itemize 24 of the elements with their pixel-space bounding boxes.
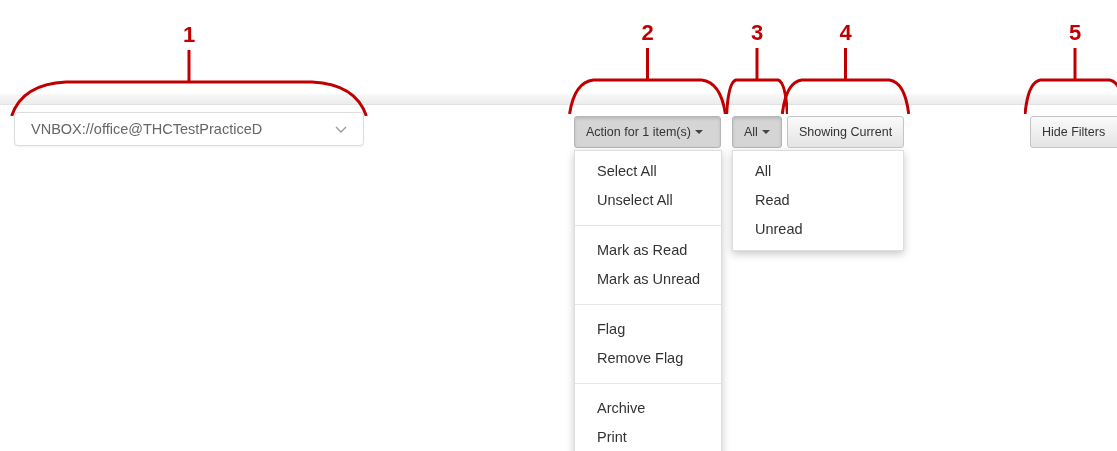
menu-item[interactable]: Unselect All: [575, 186, 721, 215]
callout-number: 4: [839, 20, 852, 46]
callout-number: 5: [1068, 20, 1082, 46]
menu-item[interactable]: Mark as Unread: [575, 265, 721, 294]
menu-item[interactable]: Mark as Read: [575, 236, 721, 265]
dropdown-button[interactable]: Action for 1 item(s): [574, 116, 721, 148]
caret-icon: [694, 130, 703, 134]
menu-item[interactable]: All: [733, 157, 903, 186]
callout-number: 3: [750, 20, 764, 46]
toolbar-button[interactable]: Showing Current: [787, 116, 904, 148]
menu-item[interactable]: Remove Flag: [575, 344, 721, 373]
menu-item[interactable]: Print: [575, 423, 721, 451]
menu-item[interactable]: Archive: [575, 394, 721, 423]
menu-item[interactable]: Select All: [575, 157, 721, 186]
caret-icon: [761, 130, 770, 134]
callout-number: 2: [641, 20, 654, 46]
toolbar-button[interactable]: Hide Filters: [1030, 116, 1117, 148]
dropdown-button[interactable]: All: [732, 116, 782, 148]
chevron-down-icon: [335, 125, 347, 133]
account-select[interactable]: VNBOX://office@THCTestPracticeD: [14, 112, 364, 146]
menu-item[interactable]: Read: [733, 186, 903, 215]
menu-item[interactable]: Flag: [575, 315, 721, 344]
callout-number: 1: [182, 22, 196, 48]
menu-item[interactable]: Unread: [733, 215, 903, 244]
